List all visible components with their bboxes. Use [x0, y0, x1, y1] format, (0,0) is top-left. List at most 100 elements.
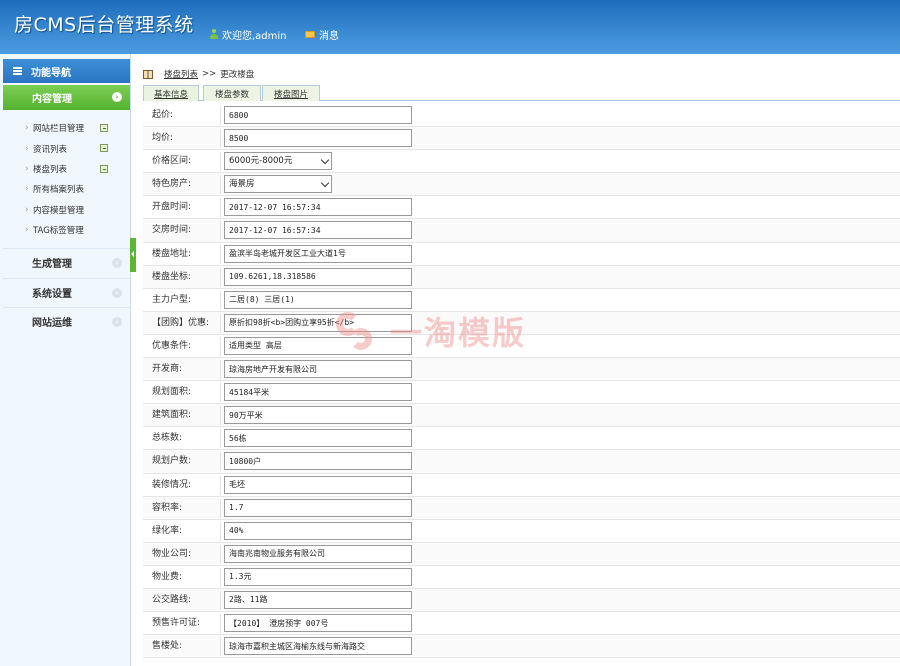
form-row: 规划面积: — [143, 381, 900, 405]
tab-basic-info[interactable]: 基本信息 — [143, 85, 199, 101]
sidebar-item-property-list[interactable]: 楼盘列表 — [3, 159, 130, 179]
field-label: 均价: — [152, 133, 174, 144]
field-input[interactable] — [224, 129, 412, 148]
app-header: 房CMS后台管理系统 欢迎您,admin 消息 — [0, 0, 900, 54]
field-input[interactable] — [224, 544, 412, 563]
field-input[interactable] — [224, 567, 412, 586]
sidebar-item-all-archives[interactable]: 所有档案列表 — [3, 179, 130, 199]
form-row: 容积率: — [143, 496, 900, 520]
form-row: 预售许可证: — [143, 612, 900, 636]
cell-divider — [220, 475, 221, 495]
field-input[interactable] — [224, 198, 412, 217]
cell-divider — [220, 106, 221, 125]
submenu-list: 网站栏目管理 资讯列表 楼盘列表 所有档案列表 内容模型管理 TAG标签管理 — [3, 118, 130, 240]
watermark-text: 一淘模版 — [390, 314, 527, 352]
breadcrumb-separator: >> — [202, 69, 217, 79]
welcome-user[interactable]: 欢迎您,admin — [210, 27, 287, 42]
form-row: 开发商: — [143, 358, 900, 382]
category-content-management[interactable]: 内容管理 › — [3, 85, 130, 110]
field-input[interactable] — [224, 221, 412, 240]
cell-divider — [220, 498, 221, 518]
form-row: 绿化率: — [143, 520, 900, 543]
select-value: 海景房 — [229, 179, 255, 190]
field-label: 规划户数: — [152, 456, 192, 467]
sidebar-collapse-toggle[interactable] — [130, 238, 136, 272]
field-label: 特色房产: — [152, 179, 192, 190]
breadcrumb-link[interactable]: 楼盘列表 — [164, 68, 198, 80]
field-input[interactable] — [224, 244, 412, 263]
cell-divider — [220, 175, 221, 195]
tab-property-params[interactable]: 楼盘参数 — [203, 85, 261, 101]
select-value: 6000元-8000元 — [229, 156, 293, 167]
field-label: 主力户型: — [152, 294, 192, 305]
field-label: 规划面积: — [152, 387, 192, 398]
messages-link[interactable]: 消息 — [305, 27, 339, 42]
app-title: 房CMS后台管理系统 — [14, 14, 194, 36]
field-input[interactable] — [224, 452, 412, 471]
category-label: 系统设置 — [32, 289, 72, 300]
field-input[interactable] — [224, 360, 412, 379]
tab-bar: 基本信息 楼盘参数 楼盘图片 — [143, 85, 900, 101]
field-label: 交房时间: — [152, 225, 192, 236]
field-input[interactable] — [224, 637, 412, 656]
field-input[interactable] — [224, 498, 412, 517]
cell-divider — [220, 521, 221, 541]
menu-icon — [13, 67, 22, 75]
category-label: 生成管理 — [32, 259, 72, 270]
field-label: 楼盘坐标: — [152, 271, 192, 282]
field-input[interactable] — [224, 106, 412, 124]
field-label: 起价: — [152, 110, 174, 120]
chevron-right-icon: › — [112, 317, 122, 327]
field-label: 价格区间: — [152, 156, 192, 167]
sidebar-item-label: 楼盘列表 — [33, 164, 68, 175]
chevron-right-icon: › — [112, 92, 122, 102]
chevron-down-icon — [320, 179, 330, 188]
category-operations[interactable]: 网站运维 › — [3, 307, 130, 335]
field-label: 容积率: — [152, 502, 183, 513]
add-icon[interactable] — [100, 164, 108, 173]
cell-divider — [220, 614, 221, 634]
field-input[interactable] — [224, 267, 412, 286]
tab-property-images[interactable]: 楼盘图片 — [262, 85, 320, 101]
category-generate[interactable]: 生成管理 › — [3, 248, 130, 276]
field-input[interactable] — [224, 429, 412, 448]
cell-divider — [220, 452, 221, 472]
cell-divider — [220, 152, 221, 172]
chevron-down-icon — [320, 155, 330, 165]
add-icon[interactable] — [100, 124, 108, 132]
cell-divider — [220, 336, 221, 356]
field-label: 开盘时间: — [152, 202, 192, 213]
chevron-right-icon: › — [112, 258, 122, 268]
field-label: 装修情况: — [152, 479, 192, 490]
category-settings[interactable]: 系统设置 › — [3, 278, 130, 306]
messages-label: 消息 — [319, 30, 339, 42]
field-label: 楼盘地址: — [152, 248, 192, 259]
field-select[interactable]: 海景房 — [224, 175, 332, 194]
nav-header: 功能导航 — [3, 59, 130, 83]
cell-divider — [220, 267, 221, 287]
field-label: 物业费: — [152, 571, 183, 582]
sidebar-item-content-models[interactable]: 内容模型管理 — [3, 200, 130, 220]
sidebar-item-news-list[interactable]: 资讯列表 — [3, 138, 130, 158]
field-input[interactable] — [224, 614, 412, 633]
cell-divider — [220, 244, 221, 264]
chevron-right-icon: › — [112, 288, 122, 298]
field-select[interactable]: 6000元-8000元 — [224, 152, 332, 171]
field-input[interactable] — [224, 475, 412, 494]
field-input[interactable] — [224, 383, 412, 402]
form-row: 开盘时间: — [143, 196, 900, 220]
sidebar-item-label: 资讯列表 — [33, 144, 68, 155]
add-icon[interactable] — [100, 144, 108, 153]
field-input[interactable] — [224, 590, 412, 609]
form-row: 特色房产: 海景房 — [143, 173, 900, 197]
field-label: 建筑面积: — [152, 410, 192, 421]
field-input[interactable] — [224, 521, 412, 540]
form-row: 楼盘坐标: — [143, 265, 900, 289]
sidebar-item-site-columns[interactable]: 网站栏目管理 — [3, 118, 130, 138]
field-input[interactable] — [224, 406, 412, 425]
cell-divider — [220, 198, 221, 218]
nav-title: 功能导航 — [31, 67, 71, 79]
welcome-text: 欢迎您,admin — [222, 30, 287, 42]
sidebar-item-tag-management[interactable]: TAG标签管理 — [3, 220, 130, 240]
form-row: 价格区间: 6000元-8000元 — [143, 150, 900, 174]
